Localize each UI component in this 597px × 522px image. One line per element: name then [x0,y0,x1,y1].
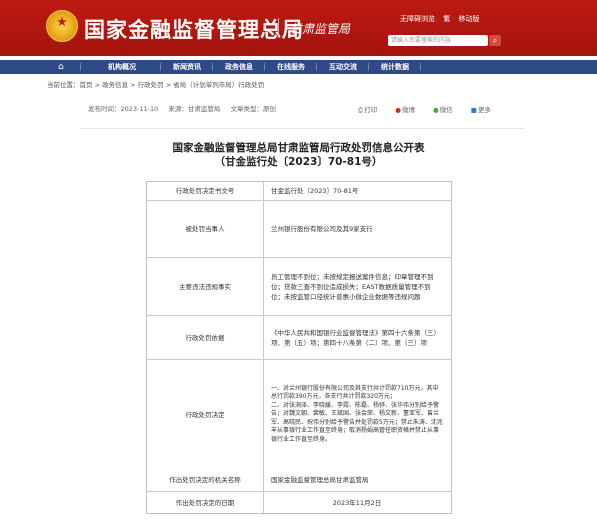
more-label: 更多 [477,106,491,114]
national-emblem-icon: ★ [46,10,78,42]
table-row: 作出处罚决定的日期 2023年11月2日 [147,492,451,513]
row-value-text: 兰州银行股份有限公司及其9家支行 [271,225,373,233]
wechat-icon: ● [433,106,439,114]
nav-divider [368,63,369,71]
nav-item-statistics[interactable]: 统计数据 [372,60,418,74]
print-button[interactable]: ⎙打印 [358,106,385,114]
row-value: 《中华人民共和国银行业监督管理法》第四十六条第（三）项、第（五）项；第四十八条第… [264,316,451,359]
row-value-text: 国家金融监督管理总局甘肃监管局 [271,475,369,484]
nav-divider [264,63,265,71]
weibo-icon: ● [395,106,401,114]
table-row: 被处罚当事人 兰州银行股份有限公司及其9家支行 [147,201,451,258]
table-row: 行政处罚决定书文号 甘金监行处〔2023〕70-81号 [147,182,451,201]
row-label: 作出处罚决定的日期 [147,492,264,513]
nav-item-interaction[interactable]: 互动交流 [320,60,366,74]
home-icon[interactable]: ⌂ [58,60,64,74]
row-value: 员工管理不到位；未按规定报送案件信息；印章管理不到位；贷款三查不到位造成损失；E… [264,258,451,315]
row-label: 行政处罚依据 [147,316,264,359]
article-source: 来源：甘肃监管局 [168,105,221,113]
table-row: 主要违法违规事实 员工管理不到位；未按规定报送案件信息；印章管理不到位；贷款三查… [147,258,451,316]
row-value-text: 一、对兰州银行股份有限公司及其支行共计罚款710万元，其中总行罚款390万元，各… [271,385,439,401]
row-label: 被处罚当事人 [147,201,264,257]
article-type: 文章类型：原创 [230,105,276,113]
more-icon: ■ [470,106,477,114]
nav-divider [316,63,317,71]
table-row: 行政处罚决定 一、对兰州银行股份有限公司及其支行共计罚款710万元，其中总行罚款… [147,360,451,469]
accessibility-link[interactable]: 无障碍浏览 [400,15,435,23]
row-value: 一、对兰州银行股份有限公司及其支行共计罚款710万元，其中总行罚款390万元，各… [264,360,451,469]
table-bottom: 作出处罚决定的机关名称 国家金融监督管理总局甘肃监管局 作出处罚决定的日期 20… [146,468,452,514]
document-subtitle: （甘金监行处〔2023〕70-81号） [214,156,383,168]
nav-item-online-service[interactable]: 在线服务 [268,60,314,74]
wechat-label: 微信 [439,106,453,114]
title-divider [278,18,279,36]
row-label: 行政处罚决定书文号 [147,182,264,200]
row-value-text: 2023年11月2日 [332,498,382,507]
article-meta: 发布时间：2023-11-10 来源：甘肃监管局 文章类型：原创 [88,104,284,114]
nav-divider [80,63,81,71]
row-value-text: 甘金监行处〔2023〕70-81号 [271,187,359,195]
penalty-info-table: 行政处罚决定书文号 甘金监行处〔2023〕70-81号 被处罚当事人 兰州银行股… [146,181,452,469]
row-label: 作出处罚决定的机关名称 [147,468,264,491]
wechat-button[interactable]: ●微信 [433,106,461,114]
top-links: 无障碍浏览 繁 移动版 [400,14,485,24]
divider [80,128,524,129]
main-nav: ⌂ 机构概况 新闻资讯 政务信息 在线服务 互动交流 统计数据 [0,60,597,74]
nav-item-news[interactable]: 新闻资讯 [164,60,210,74]
breadcrumb[interactable]: 当前位置：首页 > 政务信息 > 行政处罚 > 省局（计划单列市局）行政处罚 [47,79,264,89]
publish-date: 发布时间：2023-11-10 [88,105,159,113]
row-value-text: 二、对张洞泽、李晓媛、李霞、陈磊、杨骅、张华伟分别给予警告；对魏文朝、裴敏、王斌… [271,401,443,443]
nav-item-gov-info[interactable]: 政务信息 [216,60,262,74]
row-label: 主要违法违规事实 [147,258,264,315]
table-row: 行政处罚依据 《中华人民共和国银行业监督管理法》第四十六条第（三）项、第（五）项… [147,316,451,360]
weibo-button[interactable]: ●微博 [395,106,423,114]
share-bar: ⎙打印 ●微博 ●微信 ■更多 [358,104,507,115]
table-row: 作出处罚决定的机关名称 国家金融监督管理总局甘肃监管局 [147,468,451,492]
nav-item-about[interactable]: 机构概况 [84,60,160,74]
row-value-text: 《中华人民共和国银行业监督管理法》第四十六条第（三）项、第（五）项；第四十八条第… [271,328,440,347]
site-header: ★ 国家金融监督管理总局 甘肃监管局 无障碍浏览 繁 移动版 请输入您要搜索的内… [0,0,597,56]
nav-divider [212,63,213,71]
row-value: 兰州银行股份有限公司及其9家支行 [264,201,451,257]
mobile-version-link[interactable]: 移动版 [458,15,479,23]
more-share-button[interactable]: ■更多 [471,106,499,114]
row-value-text: 员工管理不到位；未按规定报送案件信息；印章管理不到位；贷款三查不到位造成损失；E… [271,272,434,301]
nav-divider [420,63,421,71]
row-label: 行政处罚决定 [147,360,264,469]
site-subtitle: 甘肃监管局 [290,22,351,36]
row-value: 2023年11月2日 [264,492,451,513]
row-value: 甘金监行处〔2023〕70-81号 [264,182,451,200]
weibo-label: 微博 [401,106,415,114]
print-label: 打印 [364,106,378,114]
traditional-chinese-link[interactable]: 繁 [443,15,450,23]
row-value: 国家金融监督管理总局甘肃监管局 [264,468,451,491]
nav-divider [160,63,161,71]
site-title[interactable]: 国家金融监督管理总局 [84,14,304,44]
search-icon[interactable]: ⌕ [489,35,501,46]
search-input[interactable]: 请输入您要搜索的内容 [388,35,488,46]
print-icon: ⎙ [358,106,364,114]
document-title: 国家金融监督管理总局甘肃监管局行政处罚信息公开表 [172,142,425,154]
